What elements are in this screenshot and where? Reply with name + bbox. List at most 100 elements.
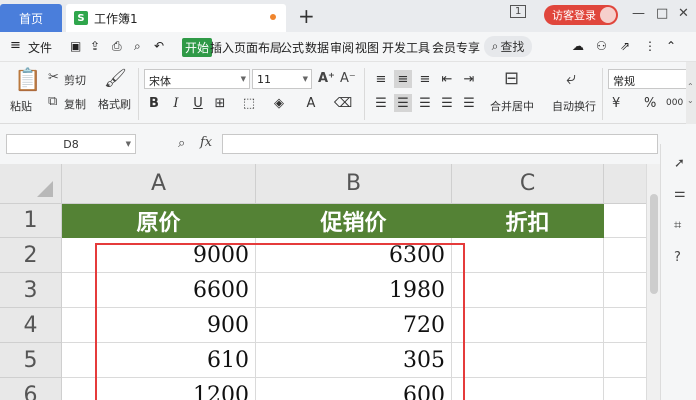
- copy-button[interactable]: 复制: [64, 96, 86, 112]
- undo-icon[interactable]: ↶: [154, 39, 164, 53]
- window-pin-icon[interactable]: 1: [510, 5, 527, 18]
- decrease-indent-icon[interactable]: ⇤: [438, 70, 456, 88]
- align-center-icon[interactable]: ☰: [394, 94, 412, 112]
- row-header-4[interactable]: 4: [0, 308, 62, 343]
- cell-d4[interactable]: [604, 308, 646, 343]
- row-header-2[interactable]: 2: [0, 238, 62, 273]
- cursor-select-icon[interactable]: ➚: [674, 156, 685, 171]
- column-header-d[interactable]: [604, 164, 646, 204]
- cell-b2[interactable]: 6300: [256, 238, 452, 273]
- align-middle-icon[interactable]: ≡: [394, 70, 412, 88]
- search-button[interactable]: ⌕ 查找: [484, 36, 532, 57]
- cloud-icon[interactable]: ☁: [572, 39, 584, 53]
- font-color-icon[interactable]: A: [302, 94, 320, 112]
- zoom-formula-icon[interactable]: ⌕: [178, 136, 185, 151]
- menu-tab-member[interactable]: 会员专享: [432, 39, 480, 56]
- cell-a3[interactable]: 6600: [62, 273, 256, 308]
- decrease-font-icon[interactable]: A⁻: [340, 71, 356, 86]
- share-icon[interactable]: ⇗: [620, 39, 630, 53]
- column-header-b[interactable]: B: [256, 164, 452, 204]
- more-icon[interactable]: ⋮: [644, 39, 656, 53]
- clear-format-icon[interactable]: ⌫: [334, 94, 352, 112]
- insert-function-button[interactable]: fx: [200, 135, 212, 150]
- guest-login-button[interactable]: 访客登录: [544, 5, 618, 25]
- bold-button[interactable]: B: [145, 94, 163, 112]
- font-size-select[interactable]: 11 ▼: [252, 69, 312, 89]
- cell-b1[interactable]: 促销价: [256, 204, 452, 238]
- paste-button[interactable]: 粘贴: [10, 98, 32, 114]
- align-top-icon[interactable]: ≡: [372, 70, 390, 88]
- column-header-a[interactable]: A: [62, 164, 256, 204]
- format-painter-button[interactable]: 格式刷: [98, 96, 131, 112]
- menu-tab-developer[interactable]: 开发工具: [382, 39, 430, 56]
- name-box[interactable]: D8 ▼: [6, 134, 136, 154]
- row-header-1[interactable]: 1: [0, 204, 62, 238]
- menu-tab-page-layout[interactable]: 页面布局: [234, 39, 282, 56]
- cell-d6[interactable]: [604, 378, 646, 400]
- new-tab-button[interactable]: +: [298, 6, 315, 26]
- select-all-corner[interactable]: [0, 164, 62, 204]
- collaborate-icon[interactable]: ⚇: [596, 39, 607, 53]
- menu-file[interactable]: 文件: [28, 39, 52, 56]
- document-tab[interactable]: S 工作簿1: [66, 4, 286, 32]
- fill-color-icon[interactable]: ◈: [270, 94, 288, 112]
- menu-tab-home[interactable]: 开始: [182, 38, 213, 57]
- collapse-ribbon-icon[interactable]: ⌃: [666, 39, 676, 53]
- print-icon[interactable]: ⎙: [112, 39, 122, 54]
- settings-sliders-icon[interactable]: ⚌: [674, 186, 686, 201]
- number-format-select[interactable]: 常规: [608, 69, 686, 89]
- minimize-button[interactable]: —: [632, 6, 645, 21]
- cell-a1[interactable]: 原价: [62, 204, 256, 238]
- cut-icon[interactable]: ✂: [48, 70, 59, 85]
- export-icon[interactable]: ⇪: [90, 39, 100, 53]
- cell-b3[interactable]: 1980: [256, 273, 452, 308]
- cell-b6[interactable]: 600: [256, 378, 452, 400]
- cell-b5[interactable]: 305: [256, 343, 452, 378]
- maximize-button[interactable]: □: [656, 6, 668, 21]
- menu-tab-insert[interactable]: 插入: [210, 39, 234, 56]
- thousands-button[interactable]: 000: [666, 98, 683, 108]
- cell-a4[interactable]: 900: [62, 308, 256, 343]
- paste-icon[interactable]: 📋: [14, 68, 41, 93]
- merge-cells-icon[interactable]: ⬚: [240, 94, 258, 112]
- wrap-text-icon[interactable]: ⤶: [566, 68, 576, 89]
- home-tab[interactable]: 首页: [0, 4, 62, 32]
- auto-wrap-button[interactable]: 自动换行: [552, 98, 596, 114]
- cell-a5[interactable]: 610: [62, 343, 256, 378]
- menu-tab-review[interactable]: 审阅: [330, 39, 354, 56]
- cell-a2[interactable]: 9000: [62, 238, 256, 273]
- row-header-6[interactable]: 6: [0, 378, 62, 400]
- column-header-c[interactable]: C: [452, 164, 604, 204]
- formula-input[interactable]: [222, 134, 658, 154]
- scrollbar-thumb[interactable]: [650, 194, 658, 294]
- cell-a6[interactable]: 1200: [62, 378, 256, 400]
- borders-icon[interactable]: ⊞: [211, 94, 229, 112]
- cell-c4[interactable]: [452, 308, 604, 343]
- chevron-up-icon[interactable]: ⌃: [687, 82, 694, 91]
- row-header-5[interactable]: 5: [0, 343, 62, 378]
- menu-tab-view[interactable]: 视图: [355, 39, 379, 56]
- copy-icon[interactable]: ⧉: [48, 94, 57, 109]
- close-button[interactable]: ✕: [678, 6, 689, 21]
- cell-d5[interactable]: [604, 343, 646, 378]
- help-icon[interactable]: ?: [674, 250, 681, 265]
- percent-button[interactable]: %: [644, 96, 656, 111]
- underline-button[interactable]: U: [189, 94, 207, 112]
- print-preview-icon[interactable]: ⌕: [134, 39, 141, 54]
- justify-icon[interactable]: ☰: [438, 94, 456, 112]
- increase-font-icon[interactable]: A⁺: [318, 71, 335, 86]
- menu-tab-data[interactable]: 数据: [305, 39, 329, 56]
- cell-d3[interactable]: [604, 273, 646, 308]
- increase-indent-icon[interactable]: ⇥: [460, 70, 478, 88]
- merge-center-icon[interactable]: ⊟: [504, 68, 519, 89]
- menu-tab-formulas[interactable]: 公式: [280, 39, 304, 56]
- cell-c5[interactable]: [452, 343, 604, 378]
- distribute-icon[interactable]: ☰: [460, 94, 478, 112]
- format-painter-icon[interactable]: 🖌: [104, 68, 127, 89]
- merge-center-button[interactable]: 合并居中: [490, 98, 534, 114]
- vertical-scrollbar[interactable]: [646, 164, 660, 400]
- ribbon-scroll[interactable]: ⌃ ⌄: [686, 62, 696, 124]
- cell-c1[interactable]: 折扣: [452, 204, 604, 238]
- row-header-3[interactable]: 3: [0, 273, 62, 308]
- align-left-icon[interactable]: ☰: [372, 94, 390, 112]
